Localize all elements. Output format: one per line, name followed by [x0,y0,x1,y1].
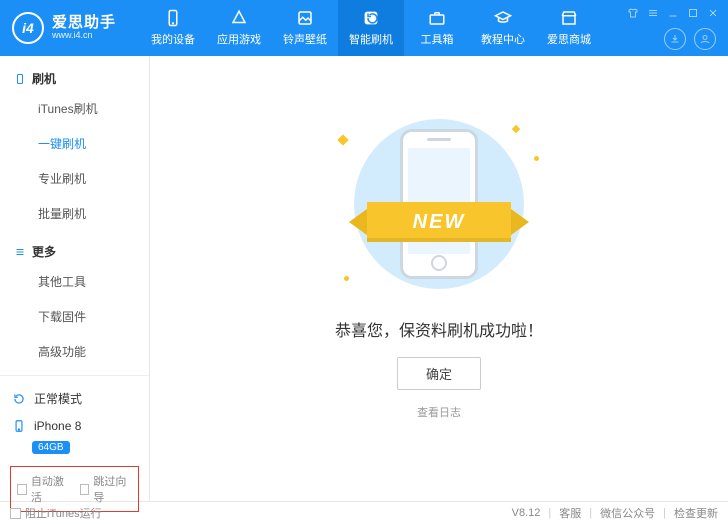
list-icon [14,246,26,258]
separator: | [663,507,666,519]
skin-icon[interactable] [626,6,640,20]
checkbox-icon [17,484,27,495]
check-update-link[interactable]: 检查更新 [674,505,718,521]
section-title: 刷机 [32,70,56,87]
logo-area: i4 爱思助手 www.i4.cn [0,12,140,44]
nav-tutorials[interactable]: 教程中心 [470,0,536,56]
wallpaper-icon [296,9,314,27]
success-illustration: NEW [319,116,559,291]
view-log-link[interactable]: 查看日志 [417,404,461,420]
header-actions [664,28,716,50]
app-body: 刷机 iTunes刷机 一键刷机 专业刷机 批量刷机 更多 其他工具 下载固件 … [0,56,728,501]
skip-guide-checkbox[interactable]: 跳过向导 [80,473,133,505]
service-link[interactable]: 客服 [559,505,581,521]
nav-toolbox[interactable]: 工具箱 [404,0,470,56]
nav-flash[interactable]: 智能刷机 [338,0,404,56]
new-ribbon-icon: NEW [349,194,529,250]
sidebar-item-batch-flash[interactable]: 批量刷机 [0,196,149,231]
graduation-icon [494,9,512,27]
ribbon-text: NEW [367,202,511,242]
sidebar-section-more: 更多 [0,237,149,262]
sidebar-bottom: 正常模式 iPhone 8 64GB 自动激活 跳过向导 [0,375,149,522]
store-icon [560,9,578,27]
checkbox-label: 阻止iTunes运行 [25,505,102,521]
logo-title: 爱思助手 [52,15,116,31]
nav-apps[interactable]: 应用游戏 [206,0,272,56]
sidebar-item-pro-flash[interactable]: 专业刷机 [0,161,149,196]
checkbox-label: 跳过向导 [93,473,132,505]
nav-store[interactable]: 爱思商城 [536,0,602,56]
checkbox-label: 自动激活 [31,473,70,505]
menu-icon[interactable] [646,6,660,20]
logo-icon: i4 [12,12,44,44]
device-name: iPhone 8 [34,419,81,433]
download-icon[interactable] [664,28,686,50]
sidebar-item-other-tools[interactable]: 其他工具 [0,264,149,299]
wechat-link[interactable]: 微信公众号 [600,505,655,521]
flash-icon [362,9,380,27]
close-icon[interactable] [706,6,720,20]
sidebar-section-flash: 刷机 [0,64,149,89]
minimize-icon[interactable] [666,6,680,20]
device-row[interactable]: iPhone 8 64GB [10,413,139,460]
nav-label: 智能刷机 [349,31,393,47]
sidebar-item-download-firmware[interactable]: 下载固件 [0,299,149,334]
separator: | [589,507,592,519]
refresh-icon [12,392,26,406]
auto-activate-checkbox[interactable]: 自动激活 [17,473,70,505]
device-mode-row[interactable]: 正常模式 [10,384,139,413]
nav-my-device[interactable]: 我的设备 [140,0,206,56]
main-area: NEW 恭喜您，保资料刷机成功啦！ 确定 查看日志 [150,56,728,501]
sidebar-item-advanced[interactable]: 高级功能 [0,334,149,369]
nav-label: 爱思商城 [547,31,591,47]
nav-label: 我的设备 [151,31,195,47]
ok-button[interactable]: 确定 [397,357,481,390]
user-icon[interactable] [694,28,716,50]
nav-label: 工具箱 [421,31,454,47]
nav-label: 铃声壁纸 [283,31,327,47]
sidebar: 刷机 iTunes刷机 一键刷机 专业刷机 批量刷机 更多 其他工具 下载固件 … [0,56,150,501]
nav-ringtones[interactable]: 铃声壁纸 [272,0,338,56]
section-title: 更多 [32,243,56,260]
window-controls [626,6,720,20]
phone-icon [164,9,182,27]
nav-label: 应用游戏 [217,31,261,47]
toolbox-icon [428,9,446,27]
sidebar-item-itunes-flash[interactable]: iTunes刷机 [0,91,149,126]
checkbox-icon [80,484,90,495]
block-itunes-checkbox[interactable]: 阻止iTunes运行 [10,505,102,521]
phone-outline-icon [14,73,26,85]
device-phone-icon [12,419,26,433]
version-label: V8.12 [512,507,541,519]
sidebar-item-oneclick-flash[interactable]: 一键刷机 [0,126,149,161]
device-mode-label: 正常模式 [34,390,82,407]
app-header: i4 爱思助手 www.i4.cn 我的设备 应用游戏 铃声壁纸 智能刷机 工具… [0,0,728,56]
storage-badge: 64GB [32,441,70,454]
apps-icon [230,9,248,27]
success-message: 恭喜您，保资料刷机成功啦！ [335,317,543,341]
nav-label: 教程中心 [481,31,525,47]
logo-subtitle: www.i4.cn [52,31,116,40]
maximize-icon[interactable] [686,6,700,20]
checkbox-icon [10,508,21,519]
separator: | [548,507,551,519]
top-nav: 我的设备 应用游戏 铃声壁纸 智能刷机 工具箱 教程中心 爱思商城 [140,0,602,56]
